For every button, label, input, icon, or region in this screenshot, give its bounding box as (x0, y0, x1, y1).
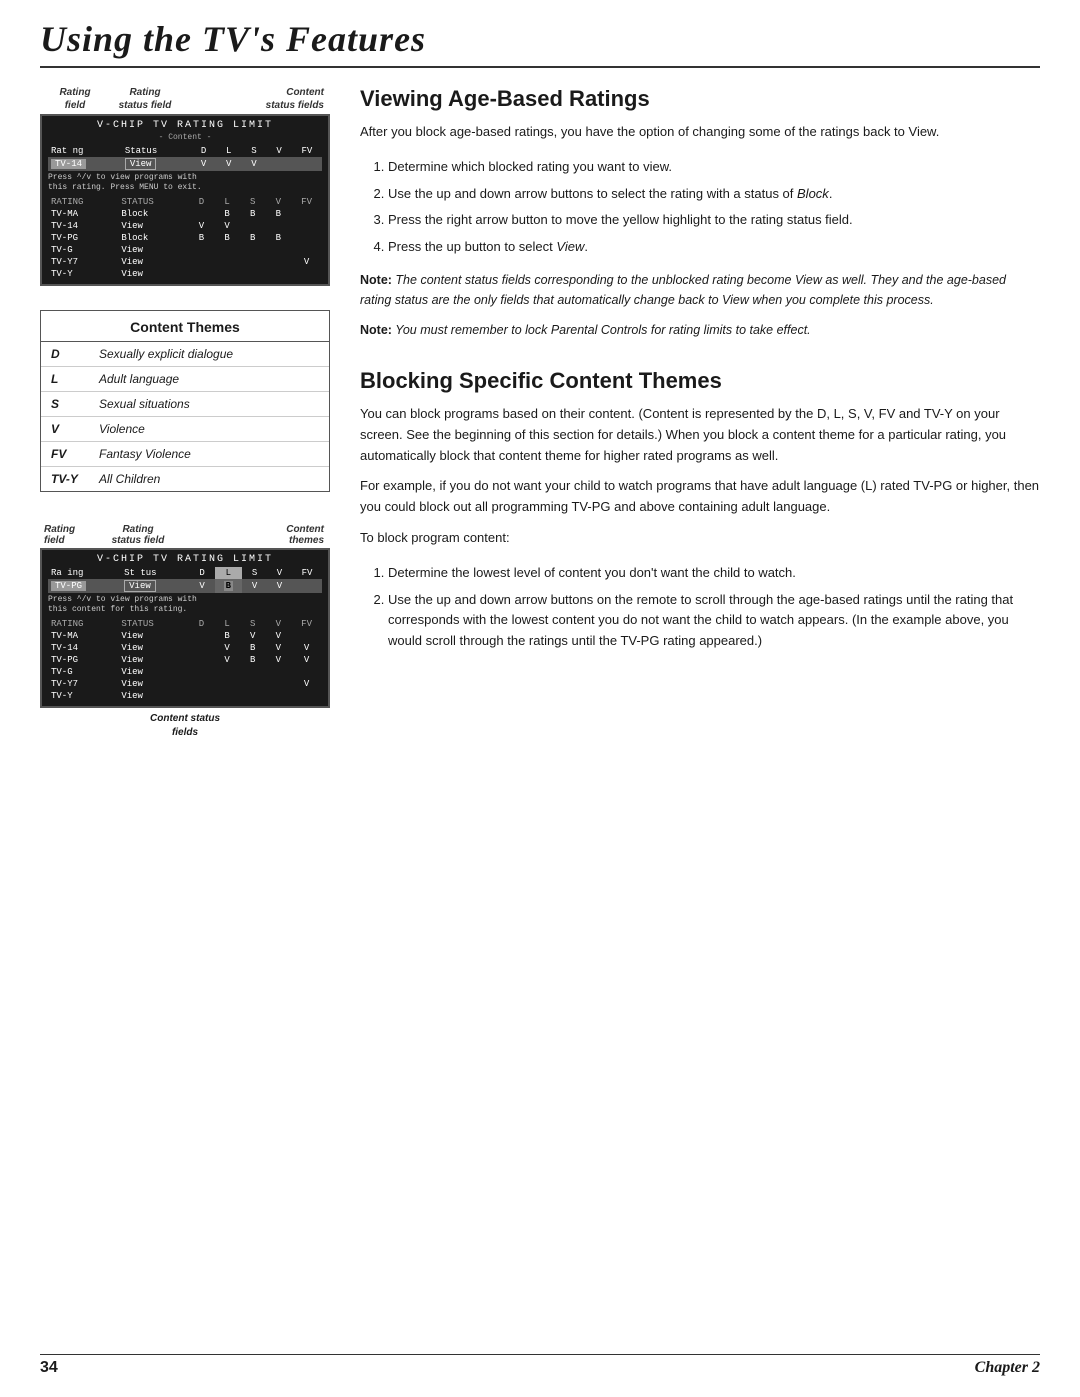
tv1-title: V-CHIP TV RATING LIMIT (48, 120, 322, 131)
theme-description: Sexually explicit dialogue (89, 342, 329, 367)
label2-content: Content themes (174, 524, 330, 546)
section2-para3: To block program content: (360, 528, 1040, 549)
list-item: FV Fantasy Violence (41, 441, 329, 466)
section1-steps: Determine which blocked rating you want … (360, 157, 1040, 258)
list-item: V Violence (41, 416, 329, 441)
section1-note1: Note: The content status fields correspo… (360, 270, 1040, 310)
page-title: Using the TV's Features (40, 18, 1040, 60)
theme-code: L (41, 366, 89, 391)
section2-para1: You can block programs based on their co… (360, 404, 1040, 466)
theme-description: Adult language (89, 366, 329, 391)
tv2-data-table: RATING STATUS D L S V FV TV-MAViewBVV TV… (48, 618, 322, 702)
right-column: Viewing Age-Based Ratings After you bloc… (360, 86, 1040, 664)
list-item: L Adult language (41, 366, 329, 391)
list-item: TV-Y All Children (41, 466, 329, 491)
section1-note2: Note: You must remember to lock Parental… (360, 320, 1040, 340)
tv2-note: Press ^/v to view programs withthis cont… (48, 595, 322, 616)
page-header: Using the TV's Features (40, 0, 1040, 68)
label-rating-field: Rating field (44, 86, 106, 112)
section2-para2: For example, if you do not want your chi… (360, 476, 1040, 518)
content-themes-box: Content Themes D Sexually explicit dialo… (40, 310, 330, 492)
content-themes-header: Content Themes (41, 311, 329, 342)
label2-rating: Rating field (44, 524, 102, 546)
tv2-title: V-CHIP TV RATING LIMIT (48, 554, 322, 565)
tv1-labels: Rating field Rating status field Content… (40, 86, 330, 112)
theme-description: All Children (89, 466, 329, 491)
page-wrapper: Using the TV's Features Rating field Rat… (0, 0, 1080, 800)
section1-intro: After you block age-based ratings, you h… (360, 122, 1040, 143)
tv-screen-2: V-CHIP TV RATING LIMIT Ra ing St tus D L… (40, 548, 330, 708)
theme-code: FV (41, 441, 89, 466)
section2-body: You can block programs based on their co… (360, 404, 1040, 549)
list-item: Press the right arrow button to move the… (388, 210, 1040, 231)
list-item: D Sexually explicit dialogue (41, 342, 329, 367)
footer-page-number: 34 (40, 1359, 58, 1377)
tv1-header-table: Rat ng Status D L S V FV TV-14 View V (48, 145, 322, 171)
tv1-note: Press ^/v to view programs withthis rati… (48, 173, 322, 194)
tv2-header-table: Ra ing St tus D L S V FV TV-PG View V (48, 567, 322, 593)
theme-description: Violence (89, 416, 329, 441)
footer-chapter: Chapter 2 (975, 1359, 1040, 1377)
label2-status: Rating status field (102, 524, 174, 546)
list-item: Use the up and down arrow buttons to sel… (388, 184, 1040, 205)
theme-code: D (41, 342, 89, 367)
left-column: Rating field Rating status field Content… (40, 86, 330, 740)
theme-code: TV-Y (41, 466, 89, 491)
section2-steps: Determine the lowest level of content yo… (360, 563, 1040, 652)
list-item: Determine the lowest level of content yo… (388, 563, 1040, 584)
theme-code: V (41, 416, 89, 441)
section2-title: Blocking Specific Content Themes (360, 368, 1040, 394)
theme-description: Sexual situations (89, 391, 329, 416)
list-item: Press the up button to select View. (388, 237, 1040, 258)
list-item: Determine which blocked rating you want … (388, 157, 1040, 178)
content-status-fields-label: Content statusfields (40, 712, 330, 740)
list-item: Use the up and down arrow buttons on the… (388, 590, 1040, 652)
section1-title: Viewing Age-Based Ratings (360, 86, 1040, 112)
tv1-subtitle: - Content - (48, 133, 322, 142)
list-item: S Sexual situations (41, 391, 329, 416)
tv-screen-1: V-CHIP TV RATING LIMIT - Content - Rat n… (40, 114, 330, 286)
content-themes-table: D Sexually explicit dialogue L Adult lan… (41, 342, 329, 491)
tv2-labels: Rating field Rating status field Content… (40, 524, 330, 546)
main-content: Rating field Rating status field Content… (40, 86, 1040, 740)
page-footer: 34 Chapter 2 (40, 1354, 1040, 1377)
theme-description: Fantasy Violence (89, 441, 329, 466)
label-content-status: Content status fields (184, 86, 330, 112)
label-rating-status: Rating status field (106, 86, 184, 112)
theme-code: S (41, 391, 89, 416)
tv1-data-table: RATING STATUS D L S V FV TV-MABlockBBB T… (48, 196, 322, 280)
